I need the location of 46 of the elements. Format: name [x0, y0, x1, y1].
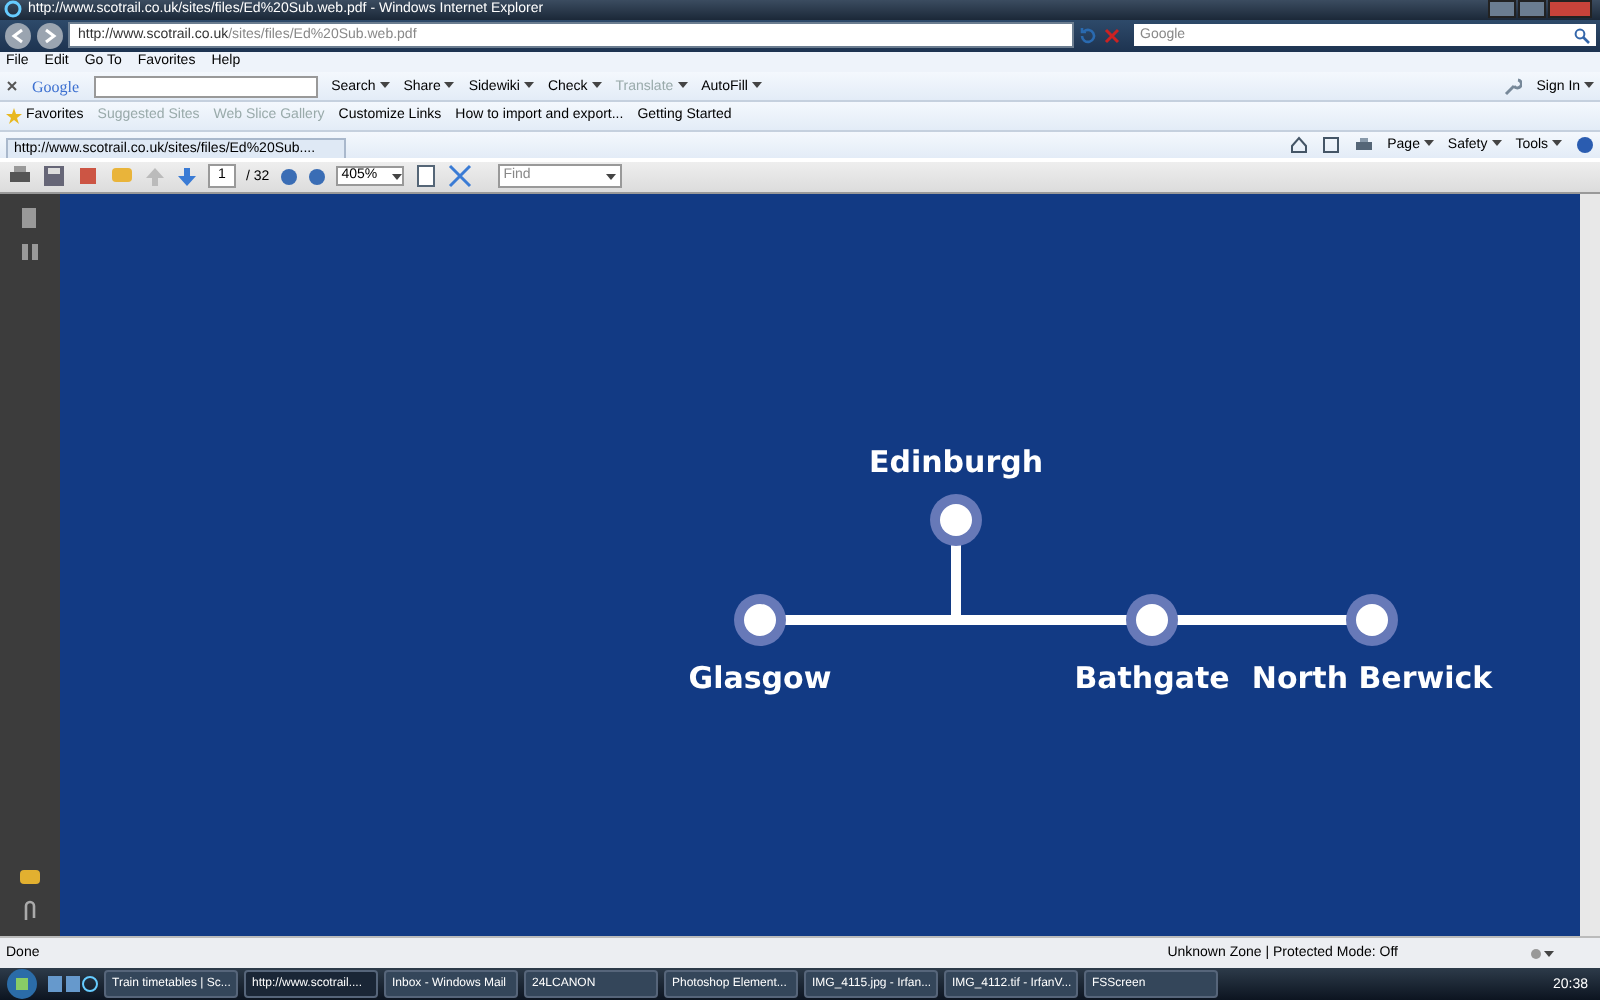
close-icon[interactable]: [6, 80, 18, 93]
station-label: North Berwick: [1251, 660, 1493, 697]
station-node: [734, 594, 786, 647]
caret-icon: [1552, 140, 1562, 147]
station-label: Bathgate: [1074, 660, 1230, 697]
minimize-button[interactable]: [1488, 0, 1516, 19]
quick-launch-icon[interactable]: [46, 974, 98, 994]
stop-icon[interactable]: [1102, 25, 1122, 46]
caret-icon: [1584, 82, 1594, 89]
caret-icon: [677, 82, 688, 89]
refresh-icon[interactable]: [1078, 25, 1098, 46]
pages-icon[interactable]: [20, 206, 40, 231]
station-node: [1126, 594, 1178, 647]
caret-icon: [591, 82, 602, 89]
fit-page-icon[interactable]: [413, 164, 438, 189]
scrollbar[interactable]: [1580, 194, 1600, 937]
caret-icon: [605, 173, 616, 180]
caret-icon: [379, 82, 390, 89]
restore-button[interactable]: [1518, 0, 1546, 19]
home-icon[interactable]: [1289, 135, 1308, 154]
forward-button[interactable]: [36, 21, 64, 50]
caret-icon: [1423, 140, 1434, 147]
station-label: Edinburgh: [868, 444, 1044, 481]
back-button[interactable]: [4, 21, 32, 50]
zoom-level-icon[interactable]: [1530, 947, 1554, 960]
close-button[interactable]: [1548, 0, 1592, 19]
station-label: Glasgow: [688, 660, 832, 697]
next-page-icon[interactable]: [176, 165, 198, 188]
caret-icon: [751, 82, 762, 89]
start-button[interactable]: [4, 968, 40, 1000]
wrench-icon[interactable]: [1504, 77, 1523, 96]
caret-icon: [1491, 140, 1502, 147]
print-icon[interactable]: [1353, 135, 1374, 154]
search-icon[interactable]: [1574, 27, 1590, 44]
comments-icon[interactable]: [18, 868, 42, 889]
station-node: [930, 494, 982, 547]
toolbar-search-field[interactable]: [93, 75, 318, 98]
save-icon[interactable]: [42, 164, 66, 189]
caret-icon: [391, 173, 402, 180]
caret-icon: [444, 82, 455, 89]
toolbar-logo: Google: [32, 77, 80, 96]
paperclip-icon[interactable]: [20, 900, 40, 925]
station-node: [1346, 594, 1398, 647]
star-icon: [6, 107, 22, 124]
browser-icon: [4, 0, 22, 19]
caret-icon: [523, 82, 534, 89]
